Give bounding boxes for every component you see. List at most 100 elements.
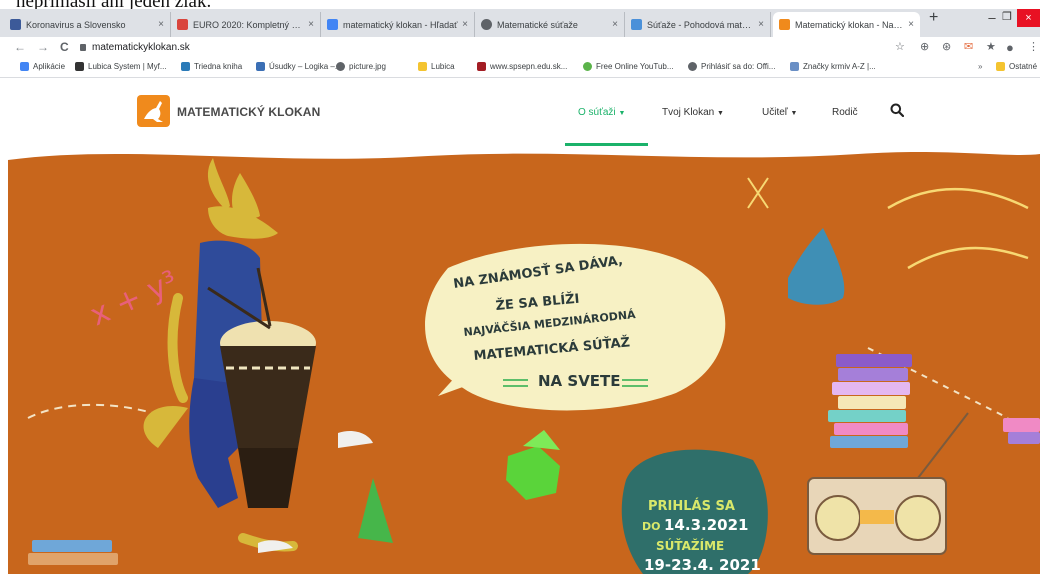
tab-favicon-icon: [631, 19, 642, 30]
tab-close-icon[interactable]: ×: [308, 19, 314, 30]
maximize-button[interactable]: ❐: [1000, 10, 1014, 28]
tab-bar: Koronavirus a Slovensko × EURO 2020: Kom…: [0, 9, 1040, 37]
bookmarks-overflow-button[interactable]: »: [978, 62, 982, 71]
hero-banner: x + y³ NA ZNÁMOSŤ SA DÁVA, ŽE SA BLÍŽI N…: [8, 152, 1040, 574]
extension-3-icon[interactable]: ✉: [964, 40, 973, 53]
bookmark-item[interactable]: Free Online YouTub...: [583, 62, 674, 71]
tab-favicon-icon: [779, 19, 790, 30]
bookmark-item[interactable]: Úsudky – Logika –...: [256, 62, 341, 71]
bookmark-item[interactable]: www.spsepn.edu.sk...: [477, 62, 567, 71]
browser-window: Koronavirus a Slovensko × EURO 2020: Kom…: [0, 0, 1040, 574]
tab-close-icon[interactable]: ×: [758, 19, 764, 30]
tab-1[interactable]: EURO 2020: Kompletný progr ×: [171, 12, 321, 37]
sign-line-4: SÚŤAŽÍME: [656, 538, 724, 553]
bookmark-favicon-icon: [181, 62, 190, 71]
new-tab-button[interactable]: +: [929, 9, 938, 27]
folder-icon: [996, 62, 1005, 71]
lock-icon: [80, 44, 86, 51]
caret-down-icon: ▼: [790, 110, 798, 117]
apps-grid-icon: [20, 62, 29, 71]
tab-title: Matematické súťaže: [497, 19, 578, 30]
bookmark-label: Triedna kniha: [194, 62, 243, 71]
extensions-puzzle-icon[interactable]: ★: [986, 40, 996, 53]
bookmark-label: picture.jpg: [349, 62, 386, 71]
bookmark-label: Úsudky – Logika –...: [269, 62, 342, 71]
tab-close-icon[interactable]: ×: [462, 19, 468, 30]
tab-2[interactable]: matematický klokan - Hľadať ×: [321, 12, 475, 37]
tab-4[interactable]: Súťaže - Pohodová matemati ×: [625, 12, 771, 37]
tab-0[interactable]: Koronavirus a Slovensko ×: [4, 12, 171, 37]
sign-line-1: PRIHLÁS SA: [648, 498, 735, 514]
bookmark-item[interactable]: picture.jpg: [336, 62, 386, 71]
caret-down-icon: ▼: [717, 110, 724, 117]
profile-avatar-icon[interactable]: ●: [1006, 40, 1014, 55]
bookmark-favicon-icon: [75, 62, 84, 71]
folder-icon: [418, 62, 427, 71]
kangaroo-logo-icon[interactable]: [137, 95, 170, 127]
bookmark-label: Lubica System | Myf...: [88, 62, 167, 71]
bookmark-item[interactable]: Aplikácie: [20, 62, 65, 71]
tab-title: Koronavirus a Slovensko: [26, 19, 126, 30]
tab-title: EURO 2020: Kompletný progr: [193, 19, 305, 30]
bookmark-label: Free Online YouTub...: [596, 62, 674, 71]
bookmark-favicon-icon: [336, 62, 345, 71]
bookmark-favicon-icon: [477, 62, 486, 71]
bookmark-label: Značky krmiv A-Z |...: [803, 62, 876, 71]
other-bookmarks-folder[interactable]: Ostatné: [996, 62, 1037, 71]
bookmark-star-icon[interactable]: ☆: [895, 40, 905, 53]
bookmark-label: Ostatné: [1009, 62, 1038, 71]
close-window-button[interactable]: ×: [1017, 9, 1040, 27]
nav-label: Rodič: [832, 107, 858, 118]
nav-label: O súťaži: [578, 107, 616, 118]
caret-down-icon: ▼: [618, 110, 626, 117]
back-button[interactable]: ←: [14, 40, 26, 54]
tab-favicon-icon: [327, 19, 338, 30]
bookmarks-bar: Aplikácie Lubica System | Myf... Triedna…: [0, 58, 1040, 78]
bookmark-item[interactable]: Lubica: [418, 62, 455, 71]
tab-close-icon[interactable]: ×: [158, 19, 164, 30]
bubble-line-5: NA SVETE: [538, 372, 621, 390]
web-page: MATEMATICKÝ KLOKAN O súťaži ▼ Tvoj Kloka…: [0, 78, 1040, 574]
nav-ucitel[interactable]: Učiteľ ▼: [762, 107, 797, 118]
browser-menu-icon[interactable]: ⋮: [1028, 40, 1039, 53]
tab-title: matematický klokan - Hľadať: [343, 19, 458, 30]
address-row: ← → C matematickyklokan.sk ☆ ⊕ ⊛ ✉ ★ ● ⋮: [0, 37, 1040, 58]
minimize-button[interactable]: –: [985, 10, 999, 28]
site-logo-text[interactable]: MATEMATICKÝ KLOKAN: [177, 105, 320, 119]
sign-line-5: 19-23.4. 2021: [644, 556, 761, 574]
bookmark-item[interactable]: Značky krmiv A-Z |...: [790, 62, 876, 71]
search-icon[interactable]: [890, 103, 904, 117]
reload-button[interactable]: C: [60, 40, 69, 54]
site-header: MATEMATICKÝ KLOKAN O súťaži ▼ Tvoj Kloka…: [0, 78, 1040, 148]
bookmark-label: Prihlásiť sa do: Offi...: [701, 62, 776, 71]
nav-label: Tvoj Klokan: [662, 107, 715, 118]
tab-5-active[interactable]: Matematický klokan - Najväč ×: [773, 12, 920, 37]
bookmark-favicon-icon: [583, 62, 592, 71]
bookmark-favicon-icon: [790, 62, 799, 71]
nav-tvoj-klokan[interactable]: Tvoj Klokan ▼: [662, 107, 724, 118]
tab-favicon-icon: [481, 19, 492, 30]
bookmark-item[interactable]: Triedna kniha: [181, 62, 242, 71]
bookmark-favicon-icon: [688, 62, 697, 71]
nav-label: Učiteľ: [762, 107, 788, 118]
tab-title: Matematický klokan - Najväč: [795, 19, 905, 30]
bookmark-item[interactable]: Lubica System | Myf...: [75, 62, 167, 71]
nav-o-sutazi[interactable]: O súťaži ▼: [578, 107, 625, 118]
tab-close-icon[interactable]: ×: [612, 19, 618, 30]
nav-rodic[interactable]: Rodič: [832, 107, 858, 118]
extension-1-icon[interactable]: ⊕: [920, 40, 929, 53]
tab-close-icon[interactable]: ×: [908, 19, 914, 30]
bookmark-favicon-icon: [256, 62, 265, 71]
sign-line-2: DO: [642, 520, 660, 533]
tab-3[interactable]: Matematické súťaže ×: [475, 12, 625, 37]
bookmark-item[interactable]: Prihlásiť sa do: Offi...: [688, 62, 775, 71]
url-text: matematickyklokan.sk: [92, 42, 190, 53]
bookmark-label: Aplikácie: [33, 62, 66, 71]
tab-favicon-icon: [177, 19, 188, 30]
tab-favicon-icon: [10, 19, 21, 30]
url-bar[interactable]: matematickyklokan.sk: [80, 39, 915, 56]
extension-2-icon[interactable]: ⊛: [942, 40, 951, 53]
bookmark-label: www.spsepn.edu.sk...: [490, 62, 568, 71]
bookmark-label: Lubica: [431, 62, 455, 71]
forward-button[interactable]: →: [37, 40, 49, 54]
